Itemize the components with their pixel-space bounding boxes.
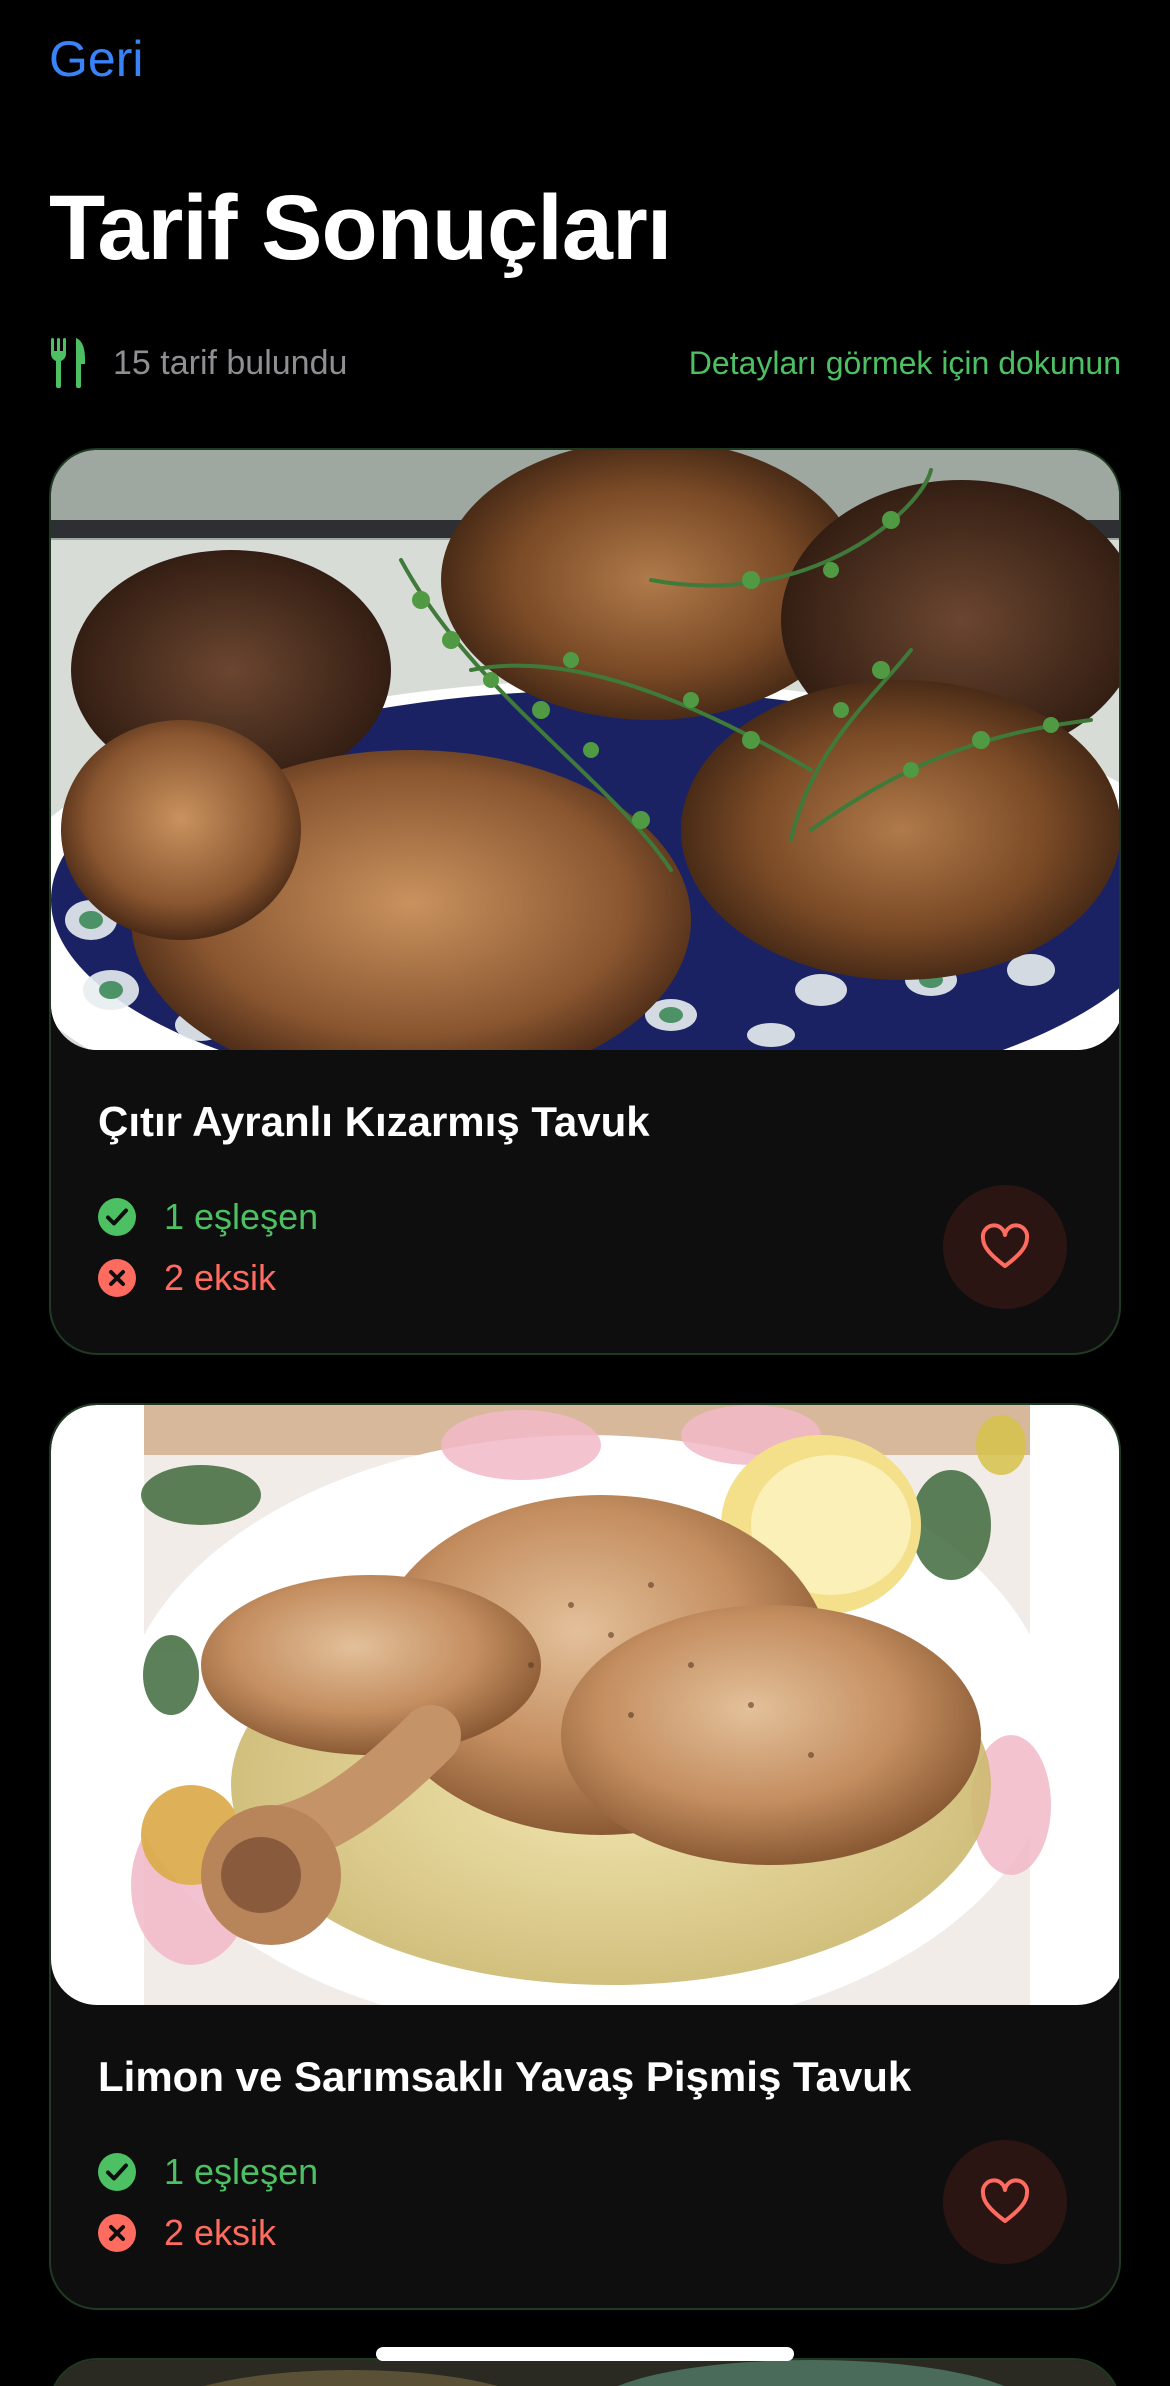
favorite-button[interactable] (943, 2140, 1067, 2264)
recipe-card[interactable]: Çıtır Ayranlı Kızarmış Tavuk 1 eşleşen 2… (49, 448, 1121, 1355)
fried-chicken-photo (51, 450, 1119, 1050)
heart-icon (980, 2178, 1030, 2223)
matched-count: 1 eşleşen (164, 2151, 319, 2192)
tap-hint: Detayları görmek için dokunun (688, 344, 1121, 381)
checkmark-circle-icon (98, 2153, 136, 2191)
results-count: 15 tarif bulundu (113, 343, 348, 382)
x-circle-icon (98, 1259, 136, 1297)
matched-count: 1 eşleşen (164, 1196, 319, 1237)
missing-count: 2 eksik (164, 1257, 277, 1298)
missing-count: 2 eksik (164, 2212, 277, 2253)
missing-ingredients: 2 eksik (98, 2212, 276, 2254)
recipe-photo (51, 2360, 1119, 2386)
roast-chicken-photo (51, 1405, 1119, 2005)
matched-ingredients: 1 eşleşen (98, 1196, 318, 1238)
heart-icon (980, 1223, 1030, 1268)
missing-ingredients: 2 eksik (98, 1257, 276, 1299)
recipe-title: Çıtır Ayranlı Kızarmış Tavuk (98, 1098, 650, 1145)
recipe-card[interactable]: Limon ve Sarımsaklı Yavaş Pişmiş Tavuk 1… (49, 1403, 1121, 2310)
recipe-title: Limon ve Sarımsaklı Yavaş Pişmiş Tavuk (98, 2053, 912, 2100)
page-title: Tarif Sonuçları (49, 177, 672, 279)
checkmark-circle-icon (98, 1198, 136, 1236)
x-circle-icon (98, 2214, 136, 2252)
matched-ingredients: 1 eşleşen (98, 2151, 318, 2193)
home-indicator (376, 2347, 794, 2361)
fork-knife-icon (51, 338, 85, 388)
favorite-button[interactable] (943, 1185, 1067, 1309)
back-button[interactable]: Geri (49, 30, 143, 88)
results-summary: 15 tarif bulundu Detayları görmek için d… (49, 335, 1121, 391)
recipe-card[interactable] (49, 2358, 1121, 2386)
